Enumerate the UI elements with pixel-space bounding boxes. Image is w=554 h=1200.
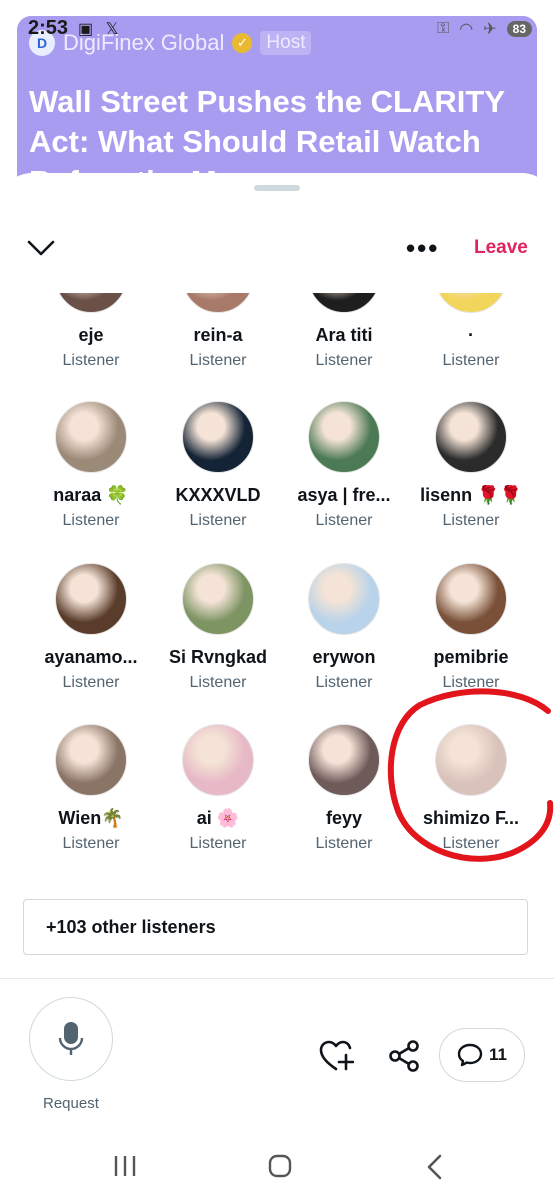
participant-card[interactable]: feyy Listener — [280, 724, 408, 853]
participant-name: Wien🌴 — [58, 808, 124, 828]
other-listeners-button[interactable]: +103 other listeners — [23, 899, 528, 955]
status-icons: ⚿ ◠ ✈ 83 — [437, 19, 532, 39]
participant-role: Listener — [189, 512, 247, 529]
participant-card[interactable]: ai 🌸 Listener — [154, 724, 282, 853]
participant-name: eje — [78, 325, 104, 345]
home-icon[interactable] — [268, 1154, 292, 1178]
status-bar: 2:53 ▣ 𝕏 ⚿ ◠ ✈ 83 — [0, 16, 554, 44]
recent-apps-icon[interactable] — [112, 1154, 138, 1178]
avatar — [308, 724, 380, 796]
participant-card[interactable]: lisenn 🌹🌹 Listener — [407, 401, 535, 530]
participant-name: Ara titi — [315, 325, 373, 345]
participant-name: pemibrie — [433, 647, 509, 667]
leave-button[interactable]: Leave — [474, 237, 528, 259]
participant-name: shimizo F... — [422, 808, 519, 828]
avatar — [55, 563, 127, 635]
participant-role: Listener — [442, 835, 500, 852]
avatar — [55, 401, 127, 473]
participant-role: Listener — [62, 674, 120, 691]
battery-indicator: 83 — [506, 21, 532, 37]
participant-role: Listener — [189, 835, 247, 852]
avatar — [55, 724, 127, 796]
avatar — [308, 293, 380, 313]
participant-role: Listener — [315, 352, 373, 369]
avatar — [435, 724, 507, 796]
participant-card[interactable]: Ara titi Listener — [280, 293, 408, 370]
participant-name: Si Rvngkad — [168, 647, 268, 667]
participant-name: ai 🌸 — [196, 808, 240, 828]
participant-role: Listener — [189, 674, 247, 691]
participant-card[interactable]: rein-a Listener — [154, 293, 282, 370]
share-icon[interactable] — [386, 1039, 422, 1073]
clock: 2:53 — [28, 17, 69, 39]
participant-card[interactable]: Si Rvngkad Listener — [154, 563, 282, 692]
mic-icon — [58, 1022, 84, 1055]
heart-add-icon[interactable] — [318, 1039, 354, 1073]
participant-role: Listener — [315, 512, 373, 529]
avatar — [182, 563, 254, 635]
request-label: Request — [43, 1095, 99, 1112]
avatar — [435, 563, 507, 635]
participant-role: Listener — [189, 352, 247, 369]
participant-name: erywon — [312, 647, 376, 667]
request-mic-button[interactable] — [29, 997, 113, 1081]
participant-role: Listener — [442, 674, 500, 691]
participant-role: Listener — [442, 512, 500, 529]
back-icon[interactable] — [424, 1154, 446, 1180]
participant-name: feyy — [325, 808, 363, 828]
comments-button[interactable]: 11 — [439, 1028, 525, 1082]
wifi-icon: ◠ — [459, 21, 474, 38]
participant-name: lisenn 🌹🌹 — [420, 485, 522, 505]
avatar — [182, 724, 254, 796]
participant-role: Listener — [315, 835, 373, 852]
avatar — [182, 401, 254, 473]
comment-count: 11 — [489, 1045, 507, 1064]
drag-handle[interactable] — [254, 185, 300, 191]
participant-grid: eje Listener rein-a Listener Ara titi Listene… — [27, 293, 537, 883]
avatar — [308, 401, 380, 473]
avatar — [182, 293, 254, 313]
collapse-chevron-icon[interactable] — [24, 233, 58, 263]
comment-icon — [457, 1043, 483, 1067]
participant-card[interactable]: shimizo F... Listener — [407, 724, 535, 853]
key-icon: ⚿ — [437, 20, 450, 37]
participant-role: Listener — [442, 352, 500, 369]
avatar — [435, 401, 507, 473]
notification-icons: ▣ 𝕏 — [78, 21, 123, 38]
participant-card[interactable]: asya | fre... Listener — [280, 401, 408, 530]
avatar — [55, 293, 127, 313]
participant-card[interactable]: · Listener — [407, 293, 535, 370]
participant-card[interactable]: pemibrie Listener — [407, 563, 535, 692]
more-options-icon[interactable]: ••• — [406, 235, 439, 261]
participant-name: naraa 🍀 — [53, 485, 129, 505]
participant-name: asya | fre... — [297, 485, 391, 505]
participant-role: Listener — [62, 352, 120, 369]
participant-name: KXXXVLD — [175, 485, 261, 505]
participant-role: Listener — [315, 674, 373, 691]
participant-card[interactable]: Wien🌴 Listener — [27, 724, 155, 853]
system-nav-bar — [0, 1140, 554, 1200]
avatar — [308, 563, 380, 635]
participant-role: Listener — [62, 835, 120, 852]
divider — [0, 978, 554, 979]
participant-role: Listener — [62, 512, 120, 529]
participant-name: ayanamo... — [44, 647, 138, 667]
participant-card[interactable]: erywon Listener — [280, 563, 408, 692]
participant-card[interactable]: naraa 🍀 Listener — [27, 401, 155, 530]
airplane-icon: ✈ — [483, 21, 497, 38]
participant-card[interactable]: eje Listener — [27, 293, 155, 370]
space-sheet: ••• Leave eje Listener rein-a Listener Ara t… — [0, 173, 554, 1200]
participant-card[interactable]: KXXXVLD Listener — [154, 401, 282, 530]
participant-name: rein-a — [193, 325, 243, 345]
participant-name: · — [468, 325, 474, 345]
avatar — [435, 293, 507, 313]
participant-card[interactable]: ayanamo... Listener — [27, 563, 155, 692]
